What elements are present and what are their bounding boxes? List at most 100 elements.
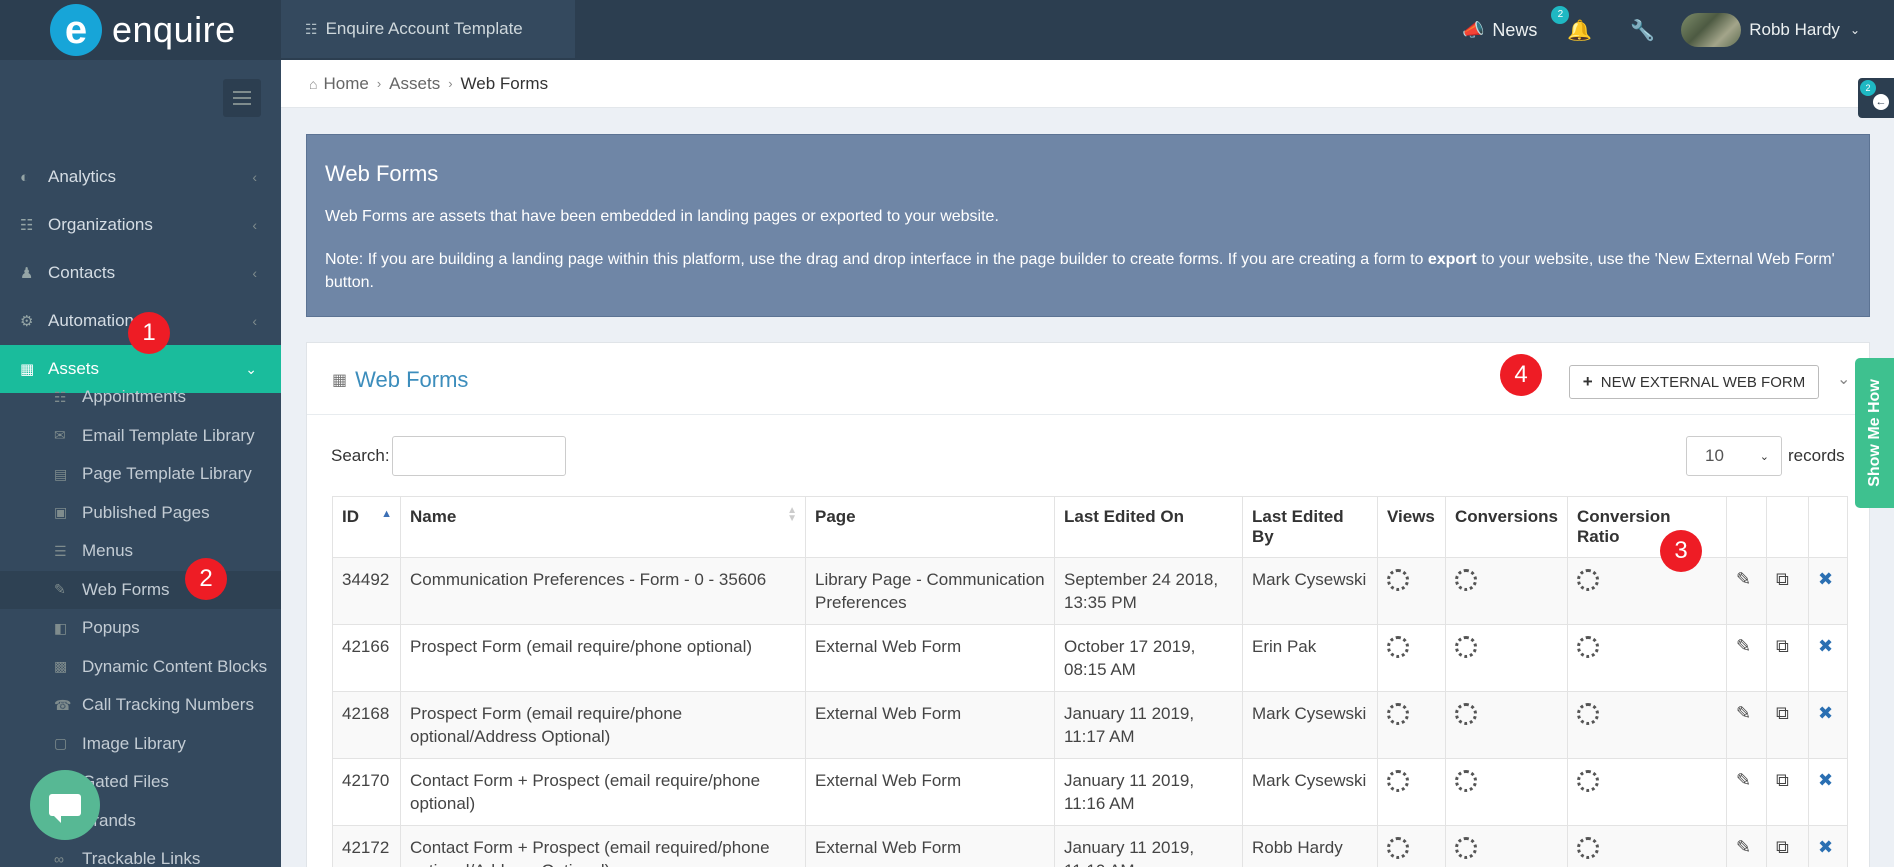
sidebar-item-organizations[interactable]: ☷ Organizations ‹: [0, 201, 281, 249]
edit-pencil-icon[interactable]: ✎: [1725, 624, 1767, 692]
table-icon: ▦: [332, 372, 348, 389]
info-callout: Web Forms Web Forms are assets that have…: [306, 134, 1870, 317]
cell-conversion-ratio: [1566, 758, 1727, 826]
records-select[interactable]: 10 ⌄: [1686, 436, 1782, 476]
search-input[interactable]: [391, 436, 566, 476]
blocks-icon: ▩: [54, 658, 68, 675]
cell-name[interactable]: Contact Form + Prospect (email required/…: [400, 825, 806, 867]
copy-icon[interactable]: ⧉: [1765, 624, 1809, 692]
records-label: records: [1788, 446, 1845, 465]
sidebar-subitem-call-tracking-numbers[interactable]: ☎ Call Tracking Numbers: [0, 686, 281, 725]
popup-icon: ◧: [54, 619, 68, 636]
loading-spinner-icon: [1576, 569, 1599, 591]
avatar: [1681, 13, 1742, 47]
column-header-conversions[interactable]: Conversions: [1445, 496, 1568, 558]
user-name: Robb Hardy: [1749, 20, 1840, 39]
edit-pencil-icon[interactable]: ✎: [1725, 691, 1767, 759]
menu-icon: ☰: [54, 542, 67, 559]
callout-note: Note: If you are building a landing page…: [325, 251, 1835, 291]
column-header-edit: [1725, 496, 1767, 558]
cell-views: [1377, 557, 1446, 625]
step-marker-4: 4: [1500, 354, 1542, 396]
loading-spinner-icon: [1576, 770, 1599, 792]
breadcrumb-current: Web Forms: [460, 73, 549, 93]
edit-pencil-icon[interactable]: ✎: [1725, 557, 1767, 625]
loading-spinner-icon: [1387, 837, 1409, 859]
cell-conversions: [1445, 557, 1568, 625]
news-link[interactable]: 📣 News: [1462, 20, 1537, 41]
sidebar-subitem-dynamic-content-blocks[interactable]: ▩ Dynamic Content Blocks: [0, 648, 281, 687]
sidebar-subitem-trackable-links[interactable]: ∞ Trackable Links: [0, 840, 281, 867]
column-header-conversion-ratio[interactable]: Conversion Ratio: [1566, 496, 1727, 558]
cell-conversion-ratio: [1566, 624, 1727, 692]
edit-pencil-icon[interactable]: ✎: [1725, 825, 1767, 867]
account-selector[interactable]: ☷ Enquire Account Template: [281, 0, 575, 58]
brand-name: enquire: [112, 9, 236, 50]
delete-x-icon[interactable]: ✖: [1807, 825, 1848, 867]
sidebar-subitem-email-template-library[interactable]: ✉ Email Template Library: [0, 417, 281, 456]
breadcrumb-home[interactable]: Home: [323, 74, 368, 94]
delete-x-icon[interactable]: ✖: [1807, 557, 1848, 625]
delete-x-icon[interactable]: ✖: [1807, 758, 1848, 826]
breadcrumb-assets[interactable]: Assets: [389, 74, 440, 94]
bell-icon: 🔔: [1567, 19, 1593, 42]
cell-conversions: [1445, 691, 1568, 759]
cell-edited-by: Erin Pak: [1242, 624, 1378, 692]
copy-icon[interactable]: ⧉: [1765, 758, 1809, 826]
sidebar-subitem-appointments[interactable]: ☷ Appointments: [0, 378, 281, 417]
cell-name[interactable]: Contact Form + Prospect (email require/p…: [400, 758, 806, 826]
new-external-web-form-button[interactable]: + NEW EXTERNAL WEB FORM: [1569, 365, 1819, 399]
cell-views: [1377, 691, 1446, 759]
cell-id: 42172: [332, 825, 401, 867]
copy-icon[interactable]: ⧉: [1765, 557, 1809, 625]
copy-icon[interactable]: ⧉: [1765, 825, 1809, 867]
chevron-left-icon: ‹: [252, 169, 257, 185]
sidebar-subitem-popups[interactable]: ◧ Popups: [0, 609, 281, 648]
chevron-down-icon: ⌄: [1849, 23, 1860, 37]
copy-icon[interactable]: ⧉: [1765, 691, 1809, 759]
cell-name[interactable]: Prospect Form (email require/phone optio…: [400, 624, 806, 692]
column-header-page[interactable]: Page: [805, 496, 1055, 558]
sitemap-icon: ☷: [20, 217, 34, 234]
sidebar-toggle-button[interactable]: [223, 79, 261, 117]
logo-mark-icon: e: [50, 4, 102, 56]
loading-spinner-icon: [1387, 703, 1409, 725]
cell-name[interactable]: Prospect Form (email require/phone optio…: [400, 691, 806, 759]
cell-page: External Web Form: [805, 825, 1055, 867]
delete-x-icon[interactable]: ✖: [1807, 691, 1848, 759]
panel-collapse-chevron-icon[interactable]: ⌄: [1837, 369, 1850, 389]
column-header-views[interactable]: Views: [1377, 496, 1446, 558]
sidebar-subitem-image-library[interactable]: ▢ Image Library: [0, 725, 281, 764]
cell-conversion-ratio: [1566, 557, 1727, 625]
notifications-button[interactable]: 🔔 2: [1551, 5, 1593, 43]
cell-edited-on: January 11 2019, 11:17 AM: [1054, 691, 1243, 759]
column-header-last-edited-by[interactable]: Last Edited By: [1242, 496, 1378, 558]
account-name: Enquire Account Template: [325, 19, 523, 38]
right-panel-toggle[interactable]: 2 ←: [1858, 78, 1894, 118]
user-menu[interactable]: Robb Hardy ⌄: [1681, 13, 1860, 47]
edit-pencil-icon[interactable]: ✎: [1725, 758, 1767, 826]
sidebar-subitem-web-forms[interactable]: ✎ Web Forms: [0, 570, 281, 609]
brand-logo[interactable]: e enquire: [0, 0, 281, 60]
column-header-id[interactable]: ID ▲: [332, 496, 401, 558]
settings-wrench-icon[interactable]: 🔧: [1630, 18, 1655, 43]
delete-x-icon[interactable]: ✖: [1807, 624, 1848, 692]
home-icon: ⌂: [309, 75, 318, 92]
show-me-how-tab[interactable]: Show Me How: [1855, 358, 1894, 508]
breadcrumb: ⌂ Home › Assets › Web Forms: [281, 60, 1894, 108]
column-header-name[interactable]: Name ▲ ▼: [400, 496, 806, 558]
sitemap-icon: ☷: [305, 20, 318, 37]
sidebar-subitem-published-pages[interactable]: ▣ Published Pages: [0, 494, 281, 533]
envelope-icon: ✉: [54, 427, 66, 444]
column-header-last-edited-on[interactable]: Last Edited On: [1054, 496, 1243, 558]
chat-widget-button[interactable]: [30, 770, 100, 840]
column-header-copy: [1765, 496, 1809, 558]
sidebar-item-analytics[interactable]: ◐ Analytics ‹: [0, 153, 281, 201]
sidebar-subitem-page-template-library[interactable]: ▤ Page Template Library: [0, 455, 281, 494]
cell-conversions: [1445, 825, 1568, 867]
loading-spinner-icon: [1455, 636, 1477, 658]
sidebar-item-contacts[interactable]: ♟ Contacts ‹: [0, 249, 281, 297]
sort-asc-icon: ▲: [381, 508, 392, 520]
cell-name[interactable]: Communication Preferences - Form - 0 - 3…: [400, 557, 806, 625]
sidebar-subitem-menus[interactable]: ☰ Menus: [0, 532, 281, 571]
